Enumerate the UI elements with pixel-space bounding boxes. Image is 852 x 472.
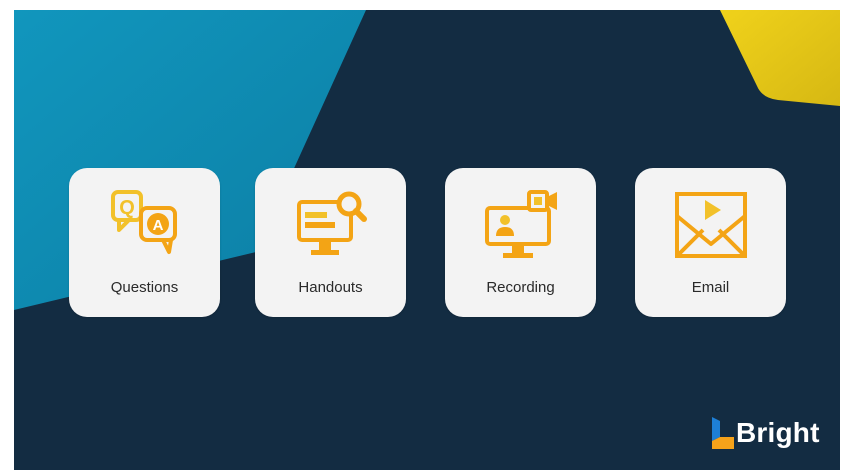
question-answer-icon: Q A (111, 190, 177, 254)
email-video-icon (675, 192, 747, 258)
yellow-background-shape (720, 10, 840, 106)
questions-label: Questions (110, 279, 179, 296)
logo-text: Bright (736, 417, 820, 448)
monitor-search-icon (297, 191, 367, 255)
handouts-label: Handouts (298, 279, 363, 296)
svg-text:Q: Q (119, 197, 135, 219)
monitor-video-icon (485, 190, 557, 258)
svg-text:A: A (153, 217, 164, 234)
recording-card[interactable]: Recording (445, 168, 596, 317)
bright-logo-mark (712, 417, 734, 449)
handouts-card[interactable]: Handouts (255, 168, 406, 317)
recording-label: Recording (486, 279, 555, 296)
questions-card[interactable]: Q A Questions (69, 168, 220, 317)
slide: Q A Questions Handouts Recording Email B… (14, 10, 840, 470)
bright-logo: Bright (710, 417, 830, 453)
email-label: Email (691, 279, 730, 296)
email-card[interactable]: Email (635, 168, 786, 317)
